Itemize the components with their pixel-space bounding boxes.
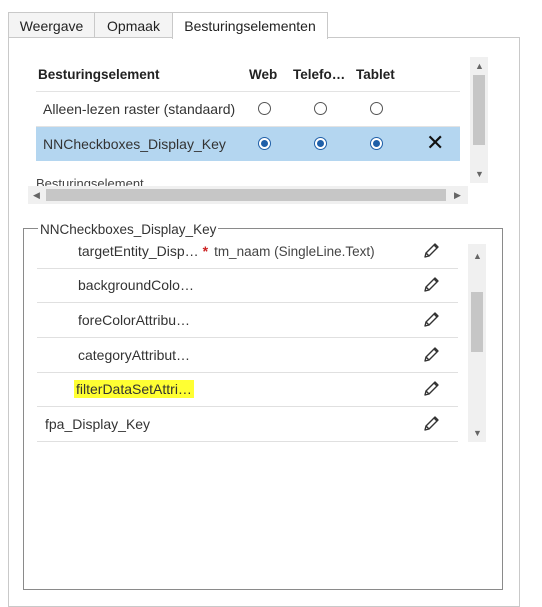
phone-radio[interactable] [314,102,327,115]
properties-vertical-scrollbar[interactable]: ▲ ▼ [468,244,486,442]
scroll-right-icon[interactable]: ▶ [454,190,461,200]
pencil-icon[interactable] [423,379,441,397]
property-name: targetEntity_Disp… [78,243,199,259]
control-label: Alleen-lezen raster (standaard) [43,101,236,117]
scroll-down-icon[interactable]: ▼ [473,428,482,438]
phone-radio[interactable] [314,137,327,150]
pencil-icon[interactable] [423,241,441,259]
tablet-radio[interactable] [370,102,383,115]
header-tablet: Tablet [356,67,395,82]
tab-weergave[interactable]: Weergave [8,12,95,38]
pencil-icon[interactable] [423,345,441,363]
property-label: backgroundColo… [78,277,194,293]
property-value: tm_naam (SingleLine.Text) [214,244,375,259]
property-row[interactable]: targetEntity_Disp… * tm_naam (SingleLine.T… [37,234,458,269]
property-row[interactable]: fpa_Display_Key [37,407,458,442]
property-row[interactable]: backgroundColo… [37,268,458,303]
property-label: foreColorAttribu… [78,312,191,328]
grid-vertical-scrollbar[interactable]: ▲ ▼ [470,57,488,183]
property-label: targetEntity_Disp… * tm_naam (SingleLine.T… [78,243,375,259]
property-row[interactable]: foreColorAttribu… [37,303,458,338]
scroll-down-icon[interactable]: ▼ [475,169,484,179]
property-label: filterDataSetAttri… [74,380,194,398]
property-label: fpa_Display_Key [45,416,151,432]
tab-besturingselementen[interactable]: Besturingselementen [172,12,328,39]
pencil-icon[interactable] [423,310,441,328]
scroll-thumb[interactable] [46,189,446,201]
tab-opmaak[interactable]: Opmaak [94,12,173,38]
web-radio[interactable] [258,102,271,115]
pencil-icon[interactable] [423,275,441,293]
header-phone: Telefo… [293,67,346,82]
scroll-thumb[interactable] [471,292,483,352]
required-indicator: * [202,243,209,259]
property-row[interactable]: categoryAttribut… [37,338,458,373]
header-web: Web [249,67,278,82]
tablet-radio[interactable] [370,137,383,150]
scroll-thumb[interactable] [473,75,485,145]
property-label: categoryAttribut… [78,347,191,363]
scroll-left-icon[interactable]: ◀ [33,190,40,200]
controls-grid: Besturingselement Web Telefo… Tablet All… [28,55,490,205]
web-radio[interactable] [258,137,271,150]
grid-horizontal-scrollbar[interactable]: ◀ ▶ [28,186,468,204]
grid-row[interactable]: Alleen-lezen raster (standaard) [36,92,460,126]
close-icon[interactable]: ✕ [426,131,444,155]
header-control: Besturingselement [38,67,160,82]
property-row-highlighted[interactable]: filterDataSetAttri… [37,372,458,407]
control-label: NNCheckboxes_Display_Key [43,136,226,152]
grid-row-selected[interactable]: NNCheckboxes_Display_Key ✕ [36,127,460,161]
scroll-up-icon[interactable]: ▲ [475,61,484,71]
scroll-up-icon[interactable]: ▲ [473,251,482,261]
pencil-icon[interactable] [423,414,441,432]
